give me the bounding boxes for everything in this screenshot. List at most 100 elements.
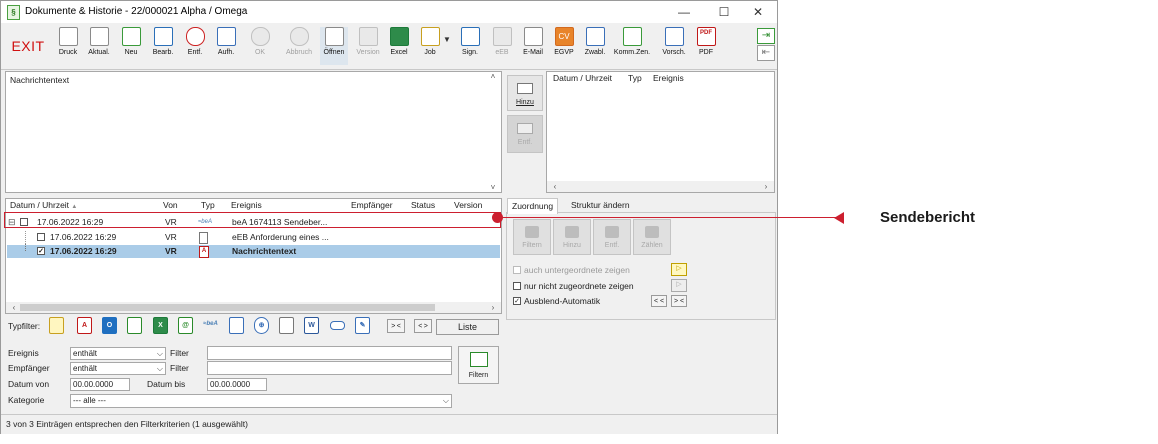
scrollbar-thumb[interactable] — [20, 304, 435, 311]
column-header-event[interactable]: Ereignis — [231, 199, 262, 212]
pen-icon[interactable]: ✎ — [355, 317, 370, 334]
nav-next-button[interactable]: > < — [671, 295, 687, 307]
email-icon — [523, 27, 543, 46]
dock-right-icon[interactable]: ⇥ — [757, 28, 775, 44]
row-checkbox[interactable]: ✓ — [37, 247, 45, 255]
word-icon[interactable]: W — [304, 317, 319, 334]
list-button[interactable]: Liste — [436, 319, 499, 335]
filter-assign-button[interactable]: Filtern — [513, 219, 551, 255]
column-header-type[interactable]: Typ — [628, 72, 642, 85]
text-icon[interactable] — [279, 317, 294, 334]
edit-button[interactable]: Bearb. — [149, 27, 177, 65]
recipient-operator-select[interactable]: enthält ⌵ — [70, 362, 166, 375]
exit-button[interactable]: EXIT — [6, 29, 50, 63]
option-show-subordinate[interactable]: auch untergeordnete zeigen — [513, 264, 630, 276]
table-row-selected[interactable]: ✓ 17.06.2022 16:29 VR A Nachrichtentext — [7, 244, 500, 258]
delete-icon — [185, 27, 205, 46]
column-header-from[interactable]: Von — [163, 199, 178, 212]
clipboard-button[interactable]: Zwabl. — [581, 27, 609, 65]
date-to-input[interactable]: 00.00.0000 — [207, 378, 267, 391]
count-button[interactable]: Zählen — [633, 219, 671, 255]
preview-button[interactable]: Vorsch. — [659, 27, 689, 65]
document-icon[interactable] — [229, 317, 244, 334]
annotation-label: Sendebericht — [880, 209, 976, 226]
category-select[interactable]: --- alle --- ⌵ — [70, 394, 452, 408]
excel-button[interactable]: Excel — [385, 27, 413, 65]
recipient-filter-input[interactable] — [207, 361, 452, 375]
scroll-left-icon[interactable]: ‹ — [547, 181, 563, 192]
pdf-icon[interactable]: A — [77, 317, 92, 334]
new-button[interactable]: Neu — [117, 27, 145, 65]
horizontal-scrollbar[interactable] — [547, 181, 774, 192]
sign-button[interactable]: Sign. — [456, 27, 484, 65]
remove-assign-button[interactable]: Entf. — [593, 219, 631, 255]
column-header-event[interactable]: Ereignis — [653, 72, 684, 85]
nav-prev-button[interactable]: < < — [651, 295, 667, 307]
job-button[interactable]: Job — [416, 27, 444, 65]
add-assign-button[interactable]: Hinzu — [553, 219, 591, 255]
event-operator-select[interactable]: enthält ⌵ — [70, 347, 166, 360]
communication-center-button[interactable]: Komm.Zen. — [612, 27, 652, 65]
row-checkbox[interactable] — [37, 233, 45, 241]
refresh-button[interactable]: Aktual. — [85, 27, 113, 65]
close-button[interactable]: ✕ — [743, 1, 773, 23]
horizontal-scrollbar[interactable] — [6, 302, 501, 313]
play-disabled-icon[interactable]: ▷ — [671, 279, 687, 292]
side-add-button[interactable]: Hinzu — [507, 75, 543, 111]
table-row[interactable]: 17.06.2022 16:29 VR eEB Anforderung eine… — [7, 231, 500, 244]
side-remove-button[interactable]: Entf. — [507, 115, 543, 153]
ok-button[interactable]: OK — [246, 27, 274, 65]
email-button[interactable]: E-Mail — [519, 27, 547, 65]
minimize-button[interactable]: — — [669, 1, 699, 23]
scroll-left-icon[interactable]: ‹ — [6, 302, 22, 313]
column-header-date[interactable]: Datum / Uhrzeit — [553, 72, 612, 85]
bea-icon[interactable]: ≈beA — [203, 317, 218, 334]
event-filter-input[interactable] — [207, 346, 452, 360]
cancel-button[interactable]: Abbruch — [284, 27, 314, 65]
column-header-type[interactable]: Typ — [201, 199, 215, 212]
egvp-button[interactable]: CV EGVP — [550, 27, 578, 65]
folder-icon[interactable] — [127, 317, 142, 334]
column-header-recipient[interactable]: Empfänger — [351, 199, 393, 212]
note-icon[interactable] — [49, 317, 64, 334]
status-text: 3 von 3 Einträgen entsprechen den Filter… — [6, 419, 248, 429]
scroll-down-icon[interactable]: ˅ — [485, 183, 501, 192]
scroll-up-icon[interactable]: ˄ — [485, 72, 501, 81]
preview-icon — [664, 27, 684, 46]
tab-struktur-aendern[interactable]: Struktur ändern — [567, 198, 634, 213]
print-button[interactable]: Druck — [54, 27, 82, 65]
column-header-version[interactable]: Version — [454, 199, 482, 212]
tab-zuordnung[interactable]: Zuordnung — [507, 198, 559, 214]
scroll-right-icon[interactable]: › — [485, 302, 501, 313]
filter-prev-button[interactable]: > < — [387, 319, 405, 333]
message-panel[interactable]: Nachrichtentext ˄ ˅ — [5, 71, 502, 193]
structure-button[interactable]: Aufh. — [212, 27, 240, 65]
apply-filter-button[interactable]: Filtern — [458, 346, 499, 384]
filter-next-button[interactable]: < > — [414, 319, 432, 333]
eeb-button[interactable]: eEB — [488, 27, 516, 65]
scroll-right-icon[interactable]: › — [758, 181, 774, 192]
job-dropdown-icon[interactable]: ▼ — [443, 35, 451, 44]
web-icon[interactable]: ⊕ — [254, 317, 269, 334]
excel-icon[interactable]: X — [153, 317, 168, 334]
column-header-status[interactable]: Status — [411, 199, 435, 212]
link-icon[interactable] — [330, 321, 345, 330]
annotation-dot — [492, 212, 503, 223]
version-button[interactable]: Version — [354, 27, 382, 65]
option-auto-hide[interactable]: ✓ Ausblend-Automatik — [513, 295, 600, 307]
play-icon[interactable]: ▷ — [671, 263, 687, 276]
maximize-button[interactable]: ☐ — [709, 1, 739, 23]
outlook-icon[interactable]: O — [102, 317, 117, 334]
event-filter-label: Filter — [170, 348, 189, 358]
option-only-unassigned[interactable]: nur nicht zugeordnete zeigen — [513, 280, 634, 292]
date-from-input[interactable]: 00.00.0000 — [70, 378, 130, 391]
title-bar: § Dokumente & Historie - 22/000021 Alpha… — [1, 1, 777, 23]
column-header-date[interactable]: Datum / Uhrzeit ▲ — [10, 199, 77, 212]
at-icon[interactable]: @ — [178, 317, 193, 334]
dock-left-icon[interactable]: ⇤ — [757, 45, 775, 61]
chevron-down-icon: ⌵ — [442, 396, 449, 405]
assigned-events-table[interactable]: Datum / Uhrzeit Typ Ereignis ‹ › — [546, 71, 775, 193]
pdf-button[interactable]: PDF PDF — [692, 27, 720, 65]
delete-button[interactable]: Entf. — [181, 27, 209, 65]
open-button[interactable]: Öffnen — [320, 27, 348, 65]
